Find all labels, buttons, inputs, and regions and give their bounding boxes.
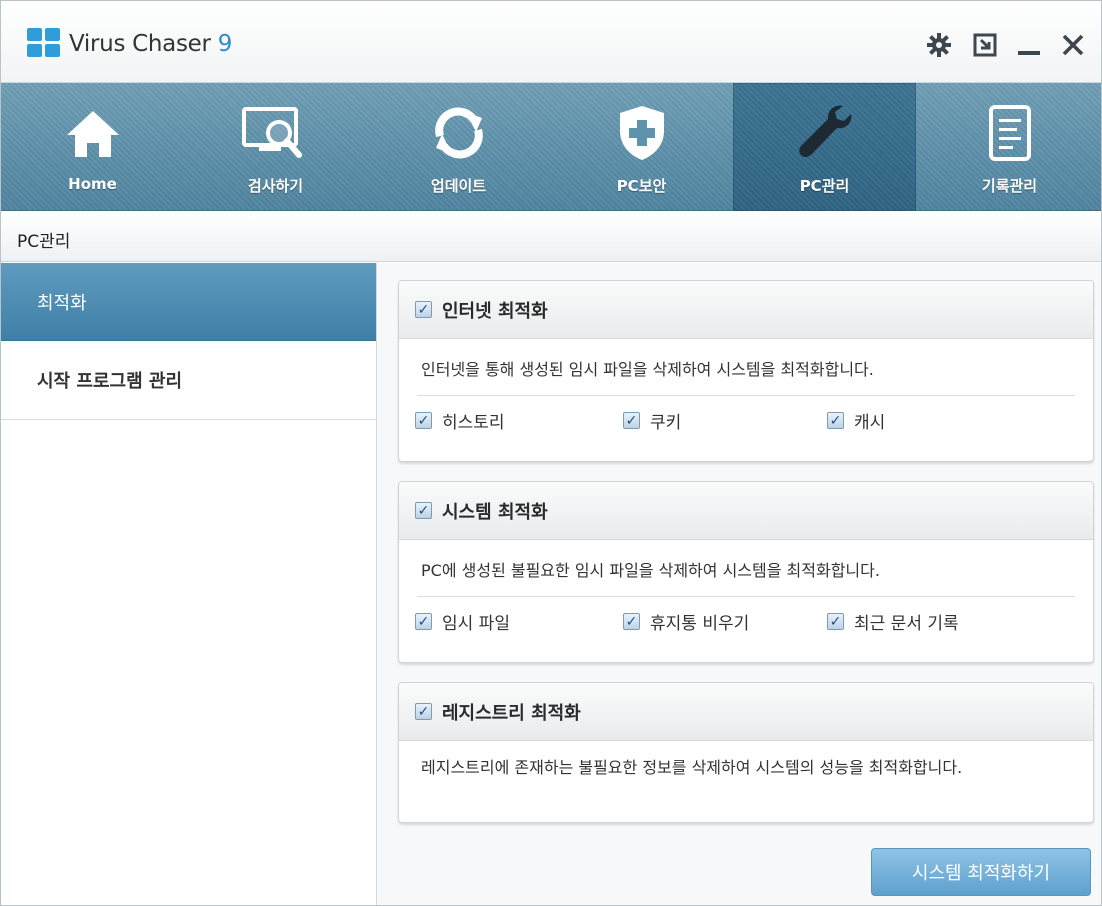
sidebar-item-startup-programs[interactable]: 시작 프로그램 관리: [1, 341, 376, 420]
nav-home[interactable]: Home: [1, 83, 184, 211]
sidebar-item-optimize[interactable]: 최적화: [1, 263, 376, 341]
shield-plus-icon: [607, 101, 677, 165]
checkmark-icon: ✓: [625, 412, 638, 429]
home-icon: [58, 101, 128, 165]
internet-optimize-options: ✓ 히스토리 ✓ 쿠키 ✓ 캐시: [399, 396, 1093, 444]
checkmark-icon: ✓: [829, 412, 842, 429]
app-version: 9: [217, 31, 233, 57]
recycle-bin-checkbox[interactable]: ✓: [623, 613, 640, 630]
wrench-icon: [790, 101, 860, 165]
internet-optimize-header: ✓ 인터넷 최적화: [399, 281, 1093, 339]
checkmark-icon: ✓: [417, 502, 430, 519]
option-cache[interactable]: ✓ 캐시: [827, 408, 885, 433]
option-temp-files-label: 임시 파일: [442, 614, 510, 634]
sidebar: 최적화 시작 프로그램 관리: [1, 263, 377, 905]
nav-home-label: Home: [68, 175, 117, 193]
nav-scan-label: 검사하기: [247, 177, 304, 195]
registry-optimize-description: 레지스트리에 존재하는 불필요한 정보를 삭제하여 시스템의 성능을 최적화합니…: [421, 758, 963, 777]
nav-pc-management-label: PC관리: [799, 177, 850, 195]
document-icon: [975, 101, 1045, 165]
system-optimize-description: PC에 생성된 불필요한 임시 파일을 삭제하여 시스템을 최적화합니다.: [421, 561, 880, 580]
scan-monitor-icon: [241, 101, 311, 165]
nav-history-label: 기록관리: [981, 177, 1038, 195]
recent-documents-checkbox[interactable]: ✓: [827, 613, 844, 630]
app-logo-icon: [27, 28, 61, 58]
gear-icon[interactable]: [921, 27, 957, 63]
checkmark-icon: ✓: [417, 412, 430, 429]
internet-optimize-panel: ✓ 인터넷 최적화 인터넷을 통해 생성된 임시 파일을 삭제하여 시스템을 최…: [398, 280, 1094, 462]
main-navigation: Home 검사하기 업데이트 PC보안 PC관리 기록관리: [1, 83, 1101, 211]
update-refresh-icon: [424, 101, 494, 165]
internet-optimize-description: 인터넷을 통해 생성된 임시 파일을 삭제하여 시스템을 최적화합니다.: [421, 360, 874, 379]
checkmark-icon: ✓: [829, 613, 842, 630]
app-name: Virus Chaser: [69, 31, 218, 57]
optimization-content: ✓ 인터넷 최적화 인터넷을 통해 생성된 임시 파일을 삭제하여 시스템을 최…: [378, 263, 1101, 905]
minimize-to-tray-icon[interactable]: [967, 27, 1003, 63]
registry-optimize-header: ✓ 레지스트리 최적화: [399, 683, 1093, 741]
system-optimize-header: ✓ 시스템 최적화: [399, 482, 1093, 540]
internet-optimize-title: 인터넷 최적화: [442, 300, 548, 322]
nav-update-label: 업데이트: [430, 177, 487, 195]
temp-files-checkbox[interactable]: ✓: [415, 613, 432, 630]
nav-update[interactable]: 업데이트: [367, 83, 550, 211]
app-title: Virus Chaser 9: [69, 31, 232, 57]
option-recent-documents-label: 최근 문서 기록: [854, 614, 959, 634]
nav-history[interactable]: 기록관리: [916, 83, 1101, 211]
nav-pc-security[interactable]: PC보안: [550, 83, 733, 211]
option-temp-files[interactable]: ✓ 임시 파일: [415, 609, 510, 634]
option-cookies[interactable]: ✓ 쿠키: [623, 408, 681, 433]
nav-scan[interactable]: 검사하기: [184, 83, 367, 211]
option-recent-documents[interactable]: ✓ 최근 문서 기록: [827, 609, 959, 634]
registry-optimize-checkbox[interactable]: ✓: [415, 703, 432, 720]
checkmark-icon: ✓: [417, 613, 430, 630]
checkmark-icon: ✓: [625, 613, 638, 630]
option-empty-recycle-bin[interactable]: ✓ 휴지통 비우기: [623, 609, 749, 634]
checkmark-icon: ✓: [417, 703, 430, 720]
system-optimize-options: ✓ 임시 파일 ✓ 휴지통 비우기 ✓ 최근 문서 기록: [399, 597, 1093, 645]
close-icon[interactable]: [1055, 27, 1091, 63]
app-window: Virus Chaser 9 Home 검사하기 업데이트 PC보안 PC관리 …: [0, 0, 1102, 906]
option-empty-recycle-bin-label: 휴지통 비우기: [650, 614, 750, 634]
minimize-icon[interactable]: [1011, 27, 1047, 63]
registry-optimize-title: 레지스트리 최적화: [442, 702, 581, 724]
option-cookies-label: 쿠키: [650, 413, 682, 433]
run-system-optimization-button[interactable]: 시스템 최적화하기: [871, 848, 1091, 896]
section-header: PC관리: [1, 212, 1101, 262]
system-optimize-panel: ✓ 시스템 최적화 PC에 생성된 불필요한 임시 파일을 삭제하여 시스템을 …: [398, 481, 1094, 663]
title-bar: Virus Chaser 9: [1, 1, 1101, 83]
cache-checkbox[interactable]: ✓: [827, 412, 844, 429]
registry-optimize-panel: ✓ 레지스트리 최적화 레지스트리에 존재하는 불필요한 정보를 삭제하여 시스…: [398, 682, 1094, 823]
system-optimize-title: 시스템 최적화: [442, 501, 548, 523]
system-optimize-checkbox[interactable]: ✓: [415, 502, 432, 519]
history-checkbox[interactable]: ✓: [415, 412, 432, 429]
option-history[interactable]: ✓ 히스토리: [415, 408, 505, 433]
checkmark-icon: ✓: [417, 301, 430, 318]
section-title: PC관리: [17, 232, 71, 252]
nav-pc-management[interactable]: PC관리: [733, 83, 916, 211]
option-cache-label: 캐시: [854, 413, 886, 433]
option-history-label: 히스토리: [442, 413, 505, 433]
nav-pc-security-label: PC보안: [616, 177, 667, 195]
cookies-checkbox[interactable]: ✓: [623, 412, 640, 429]
internet-optimize-checkbox[interactable]: ✓: [415, 301, 432, 318]
